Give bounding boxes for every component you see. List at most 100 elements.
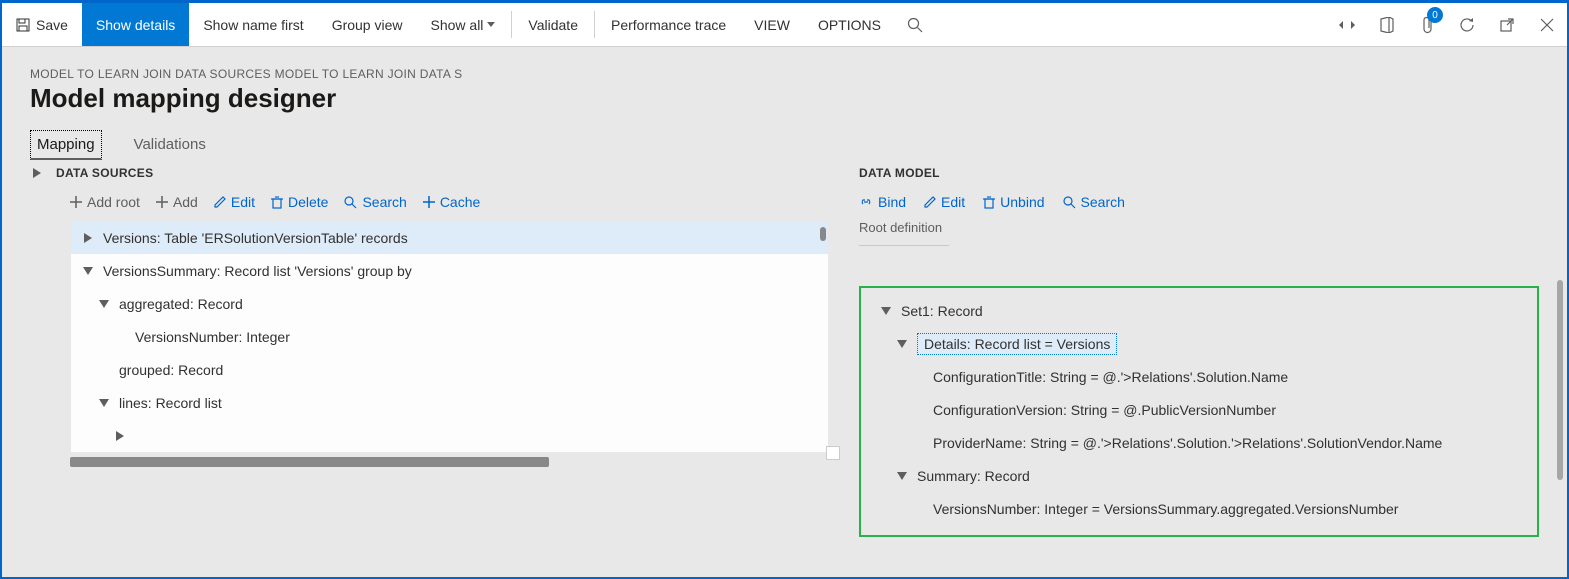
tree-row[interactable] bbox=[71, 419, 828, 452]
show-all-dropdown[interactable]: Show all bbox=[417, 3, 510, 46]
add-root-button[interactable]: Add root bbox=[70, 194, 140, 210]
plus-icon bbox=[156, 196, 168, 208]
tree-row[interactable]: VersionsNumber: Integer bbox=[71, 320, 828, 353]
close-button[interactable] bbox=[1527, 3, 1567, 46]
tree-row[interactable]: Set1: Record bbox=[865, 294, 1533, 327]
page-scrollbar[interactable] bbox=[1557, 280, 1563, 480]
data-model-tree[interactable]: Set1: Record Details: Record list = Versi… bbox=[859, 286, 1539, 537]
options-menu[interactable]: OPTIONS bbox=[804, 3, 895, 46]
pencil-icon bbox=[214, 196, 226, 208]
add-button[interactable]: Add bbox=[156, 194, 198, 210]
unbind-button[interactable]: Unbind bbox=[983, 194, 1044, 210]
show-details-button[interactable]: Show details bbox=[82, 3, 189, 46]
divider bbox=[859, 245, 949, 246]
search-label: Search bbox=[362, 194, 406, 210]
search-button-dm[interactable]: Search bbox=[1063, 194, 1125, 210]
show-name-first-label: Show name first bbox=[203, 17, 303, 33]
tree-label: grouped: Record bbox=[119, 362, 223, 378]
tree-label: ProviderName: String = @.'>Relations'.So… bbox=[933, 435, 1442, 451]
edit-label: Edit bbox=[231, 194, 255, 210]
horizontal-scrollbar[interactable] bbox=[70, 457, 549, 467]
tree-label: ConfigurationTitle: String = @.'>Relatio… bbox=[933, 369, 1288, 385]
caret-icon[interactable] bbox=[113, 431, 127, 441]
group-view-button[interactable]: Group view bbox=[318, 3, 417, 46]
refresh-button[interactable] bbox=[1447, 3, 1487, 46]
tab-validations[interactable]: Validations bbox=[132, 130, 208, 160]
caret-icon[interactable] bbox=[81, 267, 95, 275]
tree-row[interactable]: Details: Record list = Versions bbox=[865, 327, 1533, 360]
caret-icon[interactable] bbox=[81, 233, 95, 243]
attachments-button[interactable]: 0 bbox=[1407, 3, 1447, 46]
view-label: VIEW bbox=[754, 17, 790, 33]
page-title: Model mapping designer bbox=[30, 83, 1539, 114]
vertical-scrollbar[interactable] bbox=[820, 227, 826, 241]
toolbar-separator bbox=[594, 11, 595, 38]
performance-trace-button[interactable]: Performance trace bbox=[597, 3, 740, 46]
tree-row[interactable]: Summary: Record bbox=[865, 459, 1533, 492]
resize-handle[interactable] bbox=[826, 446, 840, 460]
office-icon-button[interactable] bbox=[1367, 3, 1407, 46]
popout-button[interactable] bbox=[1487, 3, 1527, 46]
attachments-badge: 0 bbox=[1427, 7, 1443, 23]
caret-icon[interactable] bbox=[895, 472, 909, 480]
edit-label: Edit bbox=[941, 194, 965, 210]
search-button-ds[interactable]: Search bbox=[344, 194, 406, 210]
tree-row[interactable]: lines: Record list bbox=[71, 386, 828, 419]
connection-icon bbox=[1339, 20, 1355, 30]
expand-caret-icon[interactable] bbox=[30, 166, 44, 180]
toolbar-separator bbox=[511, 11, 512, 38]
data-sources-tree[interactable]: Versions: Table 'ERSolutionVersionTable'… bbox=[70, 220, 829, 453]
cache-button[interactable]: Cache bbox=[423, 194, 480, 210]
data-sources-panel: DATA SOURCES Add root Add Edit Delete Se… bbox=[30, 166, 829, 577]
show-name-first-button[interactable]: Show name first bbox=[189, 3, 317, 46]
tree-row[interactable]: VersionsNumber: Integer = VersionsSummar… bbox=[865, 492, 1533, 525]
tree-row[interactable]: ConfigurationTitle: String = @.'>Relatio… bbox=[865, 360, 1533, 393]
toolbar-spacer bbox=[935, 3, 1327, 46]
connection-icon-button[interactable] bbox=[1327, 3, 1367, 46]
tree-label: VersionsSummary: Record list 'Versions' … bbox=[103, 263, 412, 279]
tree-label: aggregated: Record bbox=[119, 296, 243, 312]
pencil-icon bbox=[924, 196, 936, 208]
popout-icon bbox=[1500, 18, 1514, 32]
caret-icon[interactable] bbox=[97, 300, 111, 308]
tab-mapping[interactable]: Mapping bbox=[30, 130, 102, 160]
edit-button-dm[interactable]: Edit bbox=[924, 194, 965, 210]
tree-row[interactable]: VersionsSummary: Record list 'Versions' … bbox=[71, 254, 828, 287]
data-sources-title: DATA SOURCES bbox=[56, 166, 153, 180]
office-icon bbox=[1380, 17, 1394, 33]
caret-icon[interactable] bbox=[895, 340, 909, 348]
validate-label: Validate bbox=[528, 17, 578, 33]
tree-row[interactable]: grouped: Record bbox=[71, 353, 828, 386]
tree-label: lines: Record list bbox=[119, 395, 222, 411]
unbind-label: Unbind bbox=[1000, 194, 1044, 210]
edit-button[interactable]: Edit bbox=[214, 194, 255, 210]
delete-button[interactable]: Delete bbox=[271, 194, 328, 210]
tree-row[interactable]: Versions: Table 'ERSolutionVersionTable'… bbox=[71, 221, 828, 254]
tree-label: Summary: Record bbox=[917, 468, 1030, 484]
panels: DATA SOURCES Add root Add Edit Delete Se… bbox=[30, 166, 1539, 577]
tree-row[interactable]: aggregated: Record bbox=[71, 287, 828, 320]
save-label: Save bbox=[36, 17, 68, 33]
show-all-label: Show all bbox=[431, 17, 484, 33]
caret-icon[interactable] bbox=[879, 307, 893, 315]
tree-label: Details: Record list = Versions bbox=[924, 336, 1110, 352]
tree-label: Set1: Record bbox=[901, 303, 983, 319]
link-icon bbox=[859, 197, 873, 207]
refresh-icon bbox=[1459, 17, 1475, 33]
tree-row[interactable]: ConfigurationVersion: String = @.PublicV… bbox=[865, 393, 1533, 426]
validate-button[interactable]: Validate bbox=[514, 3, 592, 46]
breadcrumb: MODEL TO LEARN JOIN DATA SOURCES MODEL T… bbox=[30, 67, 1539, 81]
view-menu[interactable]: VIEW bbox=[740, 3, 804, 46]
plus-icon bbox=[70, 196, 82, 208]
caret-icon[interactable] bbox=[97, 399, 111, 407]
trash-icon bbox=[983, 196, 995, 209]
save-button[interactable]: Save bbox=[2, 3, 82, 46]
add-root-label: Add root bbox=[87, 194, 140, 210]
search-button[interactable] bbox=[895, 3, 935, 46]
tree-label: ConfigurationVersion: String = @.PublicV… bbox=[933, 402, 1276, 418]
bind-button[interactable]: Bind bbox=[859, 194, 906, 210]
toolbar: Save Show details Show name first Group … bbox=[2, 3, 1567, 47]
data-sources-actions: Add root Add Edit Delete Search Cache bbox=[70, 194, 829, 210]
chevron-down-icon bbox=[487, 22, 495, 27]
tree-row[interactable]: ProviderName: String = @.'>Relations'.So… bbox=[865, 426, 1533, 459]
